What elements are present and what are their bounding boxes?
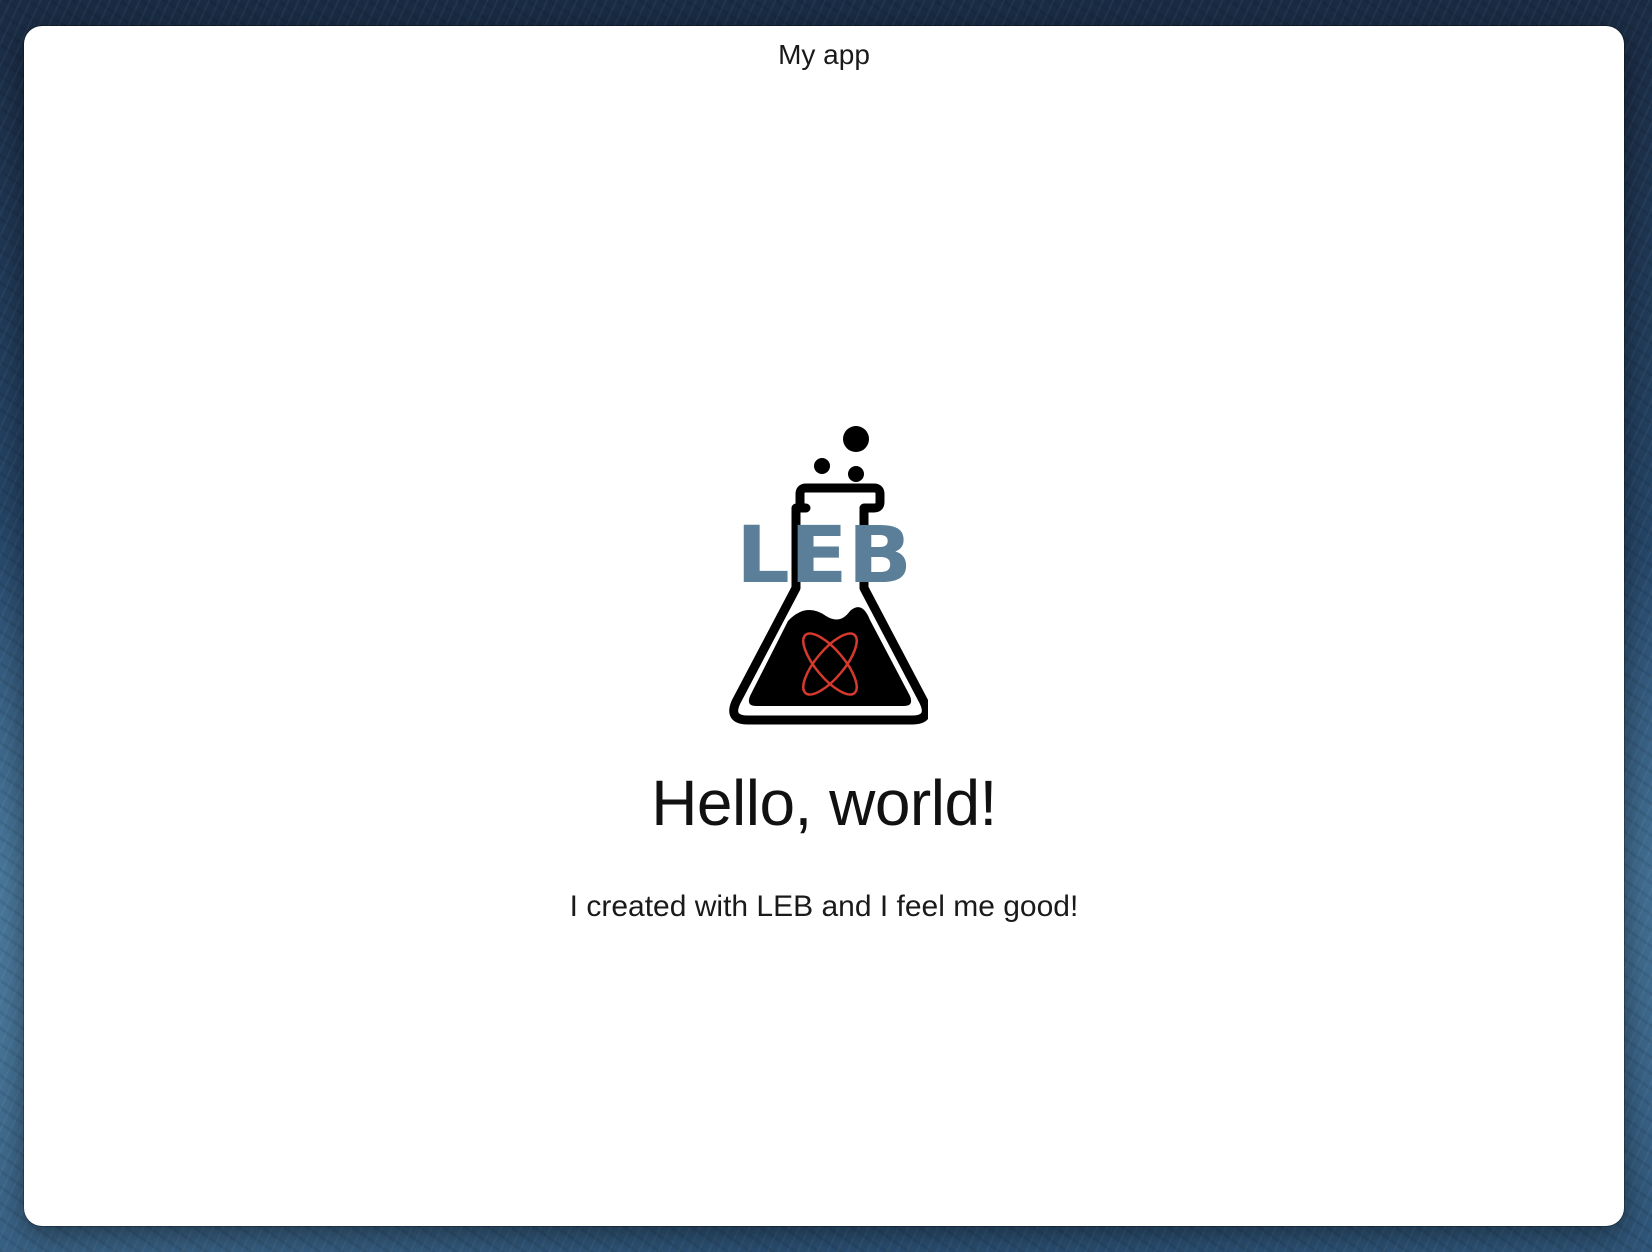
leb-logo: LEB <box>728 406 928 736</box>
logo-text: LEB <box>736 511 912 601</box>
page-message: I created with LEB and I feel me good! <box>569 890 1079 923</box>
app-window: My app LEB Hello, world! I created with … <box>24 26 1624 1226</box>
page-heading: Hello, world! <box>651 767 997 839</box>
main-content: LEB Hello, world! I created with LEB and… <box>24 26 1624 1226</box>
flask-icon: LEB <box>729 426 928 725</box>
